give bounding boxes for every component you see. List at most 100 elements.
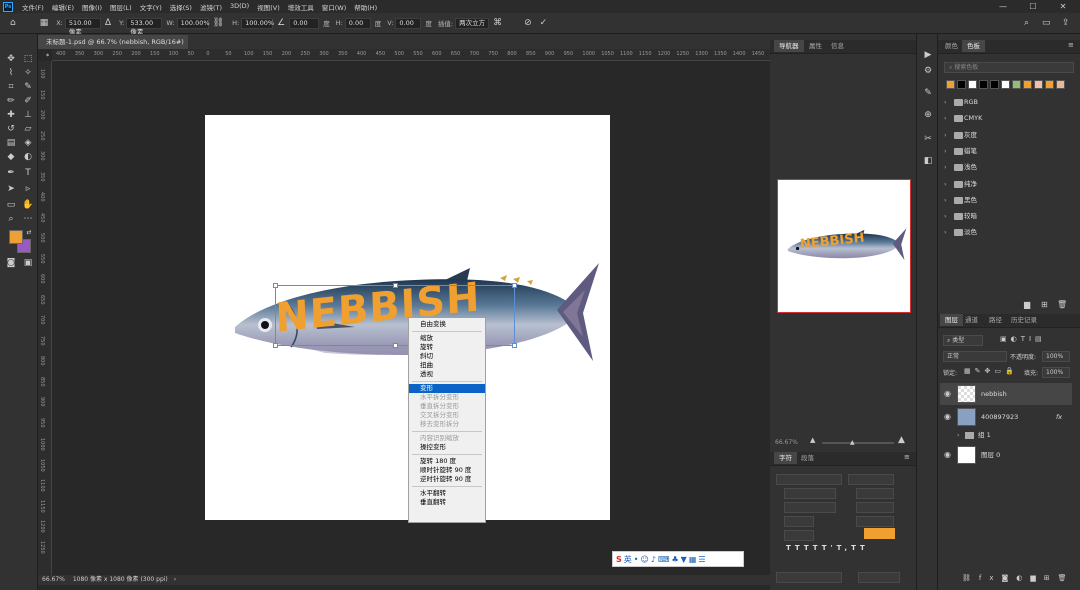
interp-select[interactable]: 两次立方 — [455, 17, 490, 29]
gradient-tool-icon[interactable]: ▤ — [4, 136, 18, 150]
more-tools-icon[interactable]: ⋯ — [21, 212, 35, 226]
panel-menu-icon[interactable]: ≡ — [904, 453, 910, 461]
new-group-icon[interactable]: ▆ — [1024, 300, 1030, 309]
context-menu-item[interactable]: 旋转 — [409, 343, 485, 352]
zoom-in-icon[interactable]: ▲ — [898, 435, 905, 445]
eye-icon[interactable]: ◉ — [944, 406, 951, 428]
swatch-folder[interactable]: › CMYK — [942, 110, 1072, 126]
hskew-field[interactable]: 0.00 — [344, 17, 371, 29]
height-field[interactable]: 100.00% — [241, 17, 274, 29]
angle-field[interactable]: 0.00 — [289, 17, 320, 29]
path-select-icon[interactable]: ➤ — [4, 182, 18, 196]
chevron-right-icon[interactable]: › — [174, 576, 176, 583]
move-tool-icon[interactable]: ✥ — [4, 52, 18, 66]
context-menu-item[interactable]: 透视 — [409, 370, 485, 379]
menu-item[interactable]: 图层(L) — [106, 2, 136, 12]
tab-channels[interactable]: 通道 — [960, 314, 983, 326]
antialias-select[interactable] — [858, 572, 900, 583]
chevron-right-icon[interactable]: › — [944, 176, 947, 192]
width-field[interactable]: 100.00% — [176, 17, 210, 29]
ime-language[interactable]: 英 — [624, 554, 632, 565]
context-menu-item[interactable]: 水平翻转 — [409, 489, 485, 498]
vertical-scale-field[interactable] — [784, 516, 814, 527]
color-swatch[interactable] — [1045, 80, 1054, 89]
transform-handle[interactable] — [512, 283, 517, 288]
color-swatch[interactable] — [957, 80, 966, 89]
ime-emoji-icon[interactable]: ☺ — [640, 555, 648, 564]
chevron-right-icon[interactable]: › — [944, 159, 947, 175]
brush-tool-icon[interactable]: ✏ — [4, 94, 18, 108]
blur-tool-icon[interactable]: ◆ — [4, 150, 18, 164]
context-menu-item[interactable]: 变形 — [409, 384, 485, 393]
warp-icon[interactable]: ⌘ — [493, 18, 502, 28]
color-swatch[interactable] — [968, 80, 977, 89]
tab-navigator[interactable]: 导航器 — [774, 40, 804, 52]
share-icon[interactable]: ⇪ — [1062, 18, 1070, 28]
tab-paths[interactable]: 路径 — [984, 314, 1007, 326]
swatch-folder[interactable]: › 较暗 — [942, 208, 1072, 224]
home-icon[interactable]: ⌂ — [10, 18, 16, 28]
layer-fx-badge[interactable]: fx — [1056, 406, 1062, 428]
font-family-select[interactable] — [776, 474, 842, 485]
ime-menu-icon[interactable]: ☰ — [698, 555, 705, 564]
color-swatch[interactable] — [990, 80, 999, 89]
horizontal-scale-field[interactable] — [856, 516, 894, 527]
kerning-select[interactable] — [784, 502, 836, 513]
pencil-tool-icon[interactable]: ✐ — [21, 94, 35, 108]
fill-field[interactable]: 100% — [1042, 367, 1070, 378]
color-swatch[interactable] — [1012, 80, 1021, 89]
stamp-tool-icon[interactable]: ⊥ — [21, 108, 35, 122]
tracking-select[interactable] — [856, 502, 894, 513]
crop-tool-icon[interactable]: ⌗ — [4, 80, 18, 94]
direct-select-icon[interactable]: ▹ — [21, 182, 35, 196]
language-select[interactable] — [776, 572, 842, 583]
panel-menu-icon[interactable]: ≡ — [1068, 41, 1074, 49]
eye-icon[interactable]: ◉ — [944, 383, 951, 405]
leading-select[interactable] — [856, 488, 894, 499]
baseline-shift-field[interactable] — [784, 530, 814, 541]
layer-row[interactable]: ◉ nebbish — [940, 383, 1072, 405]
magic-wand-icon[interactable]: ✧ — [21, 66, 35, 80]
color-swatch[interactable] — [1023, 80, 1032, 89]
layer-filter-select[interactable]: ⌕ 类型 — [943, 335, 983, 346]
context-menu-item[interactable]: 扭曲 — [409, 361, 485, 370]
type-tool-icon[interactable]: T — [21, 166, 35, 180]
swatch-folder[interactable]: › 灰度 — [942, 127, 1072, 143]
menu-item[interactable]: 文件(F) — [18, 2, 48, 12]
shape-tool-icon[interactable]: ▭ — [4, 198, 18, 212]
new-swatch-icon[interactable]: ⊞ — [1041, 300, 1048, 309]
swap-colors-icon[interactable]: ⇄ — [22, 226, 36, 240]
minimize-icon[interactable]: — — [988, 0, 1018, 13]
tab-color[interactable]: 颜色 — [940, 40, 963, 52]
tab-properties[interactable]: 属性 — [804, 40, 827, 52]
dodge-tool-icon[interactable]: ◐ — [21, 150, 35, 164]
context-menu-item[interactable]: 旋转 180 度 — [409, 457, 485, 466]
menu-item[interactable]: 3D(D) — [226, 2, 253, 12]
healing-icon[interactable]: ✚ — [4, 108, 18, 122]
play-icon[interactable]: ▶ — [921, 48, 935, 62]
marquee-tool-icon[interactable]: ⬚ — [21, 52, 35, 66]
swatch-folder[interactable]: › RGB — [942, 94, 1072, 110]
ime-mic-icon[interactable]: ♪ — [651, 555, 656, 564]
context-menu-item[interactable]: 逆时针旋转 90 度 — [409, 475, 485, 484]
history-brush-icon[interactable]: ↺ — [4, 122, 18, 136]
layer-row[interactable]: ◉ 图层 0 — [940, 444, 1072, 466]
chevron-right-icon[interactable]: › — [944, 192, 947, 208]
eyedropper-icon[interactable]: ✎ — [21, 80, 35, 94]
transform-handle[interactable] — [273, 283, 278, 288]
menu-item[interactable]: 窗口(W) — [318, 2, 351, 12]
menu-item[interactable]: 帮助(H) — [350, 2, 381, 12]
context-menu-item[interactable]: 顺时针旋转 90 度 — [409, 466, 485, 475]
chevron-right-icon[interactable]: › — [944, 94, 947, 110]
ime-keyboard-icon[interactable]: ⌨ — [658, 555, 670, 564]
text-color-swatch[interactable] — [864, 528, 895, 539]
context-menu-item[interactable]: 斜切 — [409, 352, 485, 361]
layer-row[interactable]: ◉ 400897923 fx — [940, 406, 1072, 428]
y-field[interactable]: 533.00 像素 — [126, 17, 163, 36]
tab-swatches[interactable]: 色板 — [962, 40, 985, 52]
zoom-slider[interactable] — [822, 442, 894, 444]
search-icon[interactable]: ⌕ — [1024, 18, 1029, 28]
color-swatch[interactable] — [946, 80, 955, 89]
tool-presets-icon[interactable]: ✂ — [921, 132, 935, 146]
commit-icon[interactable]: ✓ — [540, 18, 548, 28]
